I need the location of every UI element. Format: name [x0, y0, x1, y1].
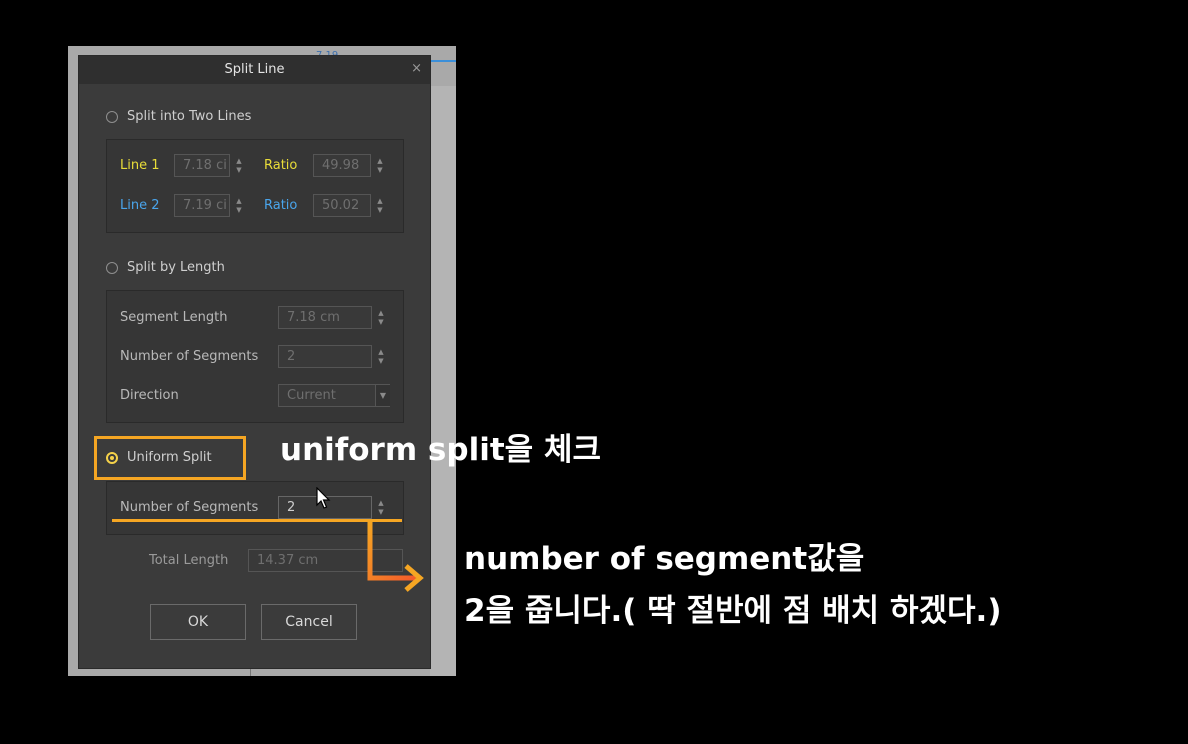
annotation-check-uniform: uniform split을 체크 [280, 432, 601, 468]
segment-length-field[interactable]: 7.18 cm [278, 306, 372, 329]
line1-length-field[interactable]: 7.18 ci [174, 154, 230, 177]
length-num-segments-spinner[interactable]: ▲ ▼ [373, 345, 389, 368]
spin-up-icon: ▲ [377, 156, 383, 165]
line1-length-spinner[interactable]: ▲ ▼ [231, 154, 247, 177]
annotation-segment-line1: number of segment값을 [464, 541, 865, 577]
background-selection-line [428, 60, 456, 62]
uniform-num-segments-spinner[interactable]: ▲ ▼ [373, 496, 389, 519]
line2-ratio-spinner[interactable]: ▲ ▼ [372, 194, 388, 217]
segments-highlight-underline [112, 519, 402, 522]
background-panel-strip [430, 86, 456, 676]
radio-off-icon [106, 261, 118, 274]
cancel-button[interactable]: Cancel [261, 604, 357, 640]
length-num-segments-field[interactable]: 2 [278, 345, 372, 368]
dialog-title: Split Line [224, 62, 285, 77]
line1-ratio-field[interactable]: 49.98 [313, 154, 371, 177]
close-icon[interactable]: × [411, 61, 422, 76]
radio-split-two-lines[interactable]: Split into Two Lines [106, 109, 251, 124]
total-length-label: Total Length [149, 553, 229, 568]
spin-down-icon: ▼ [378, 356, 384, 365]
segment-length-spinner[interactable]: ▲ ▼ [373, 306, 389, 329]
line2-length-field[interactable]: 7.19 ci [174, 194, 230, 217]
annotation-arrow-icon [367, 522, 424, 592]
split-two-lines-group: Line 1 7.18 ci ▲ ▼ Ratio 49.98 ▲ ▼ Line 2 … [106, 139, 404, 233]
split-by-length-group: Segment Length 7.18 cm ▲ ▼ Number of Segm… [106, 290, 404, 423]
spin-up-icon: ▲ [377, 196, 383, 205]
spin-up-icon: ▲ [236, 196, 242, 205]
spin-down-icon: ▼ [236, 205, 242, 214]
uniform-num-segments-label: Number of Segments [120, 500, 259, 515]
direction-label: Direction [120, 388, 179, 403]
mouse-cursor-icon [316, 487, 331, 509]
annotation-segment-line2: 2을 줍니다.( 딱 절반에 점 배치 하겠다.) [464, 593, 1002, 629]
radio-off-icon [106, 110, 118, 123]
dropdown-arrow-icon[interactable]: ▼ [375, 385, 390, 406]
spin-up-icon: ▲ [378, 308, 384, 317]
spin-down-icon: ▼ [377, 165, 383, 174]
ok-button[interactable]: OK [150, 604, 246, 640]
spin-down-icon: ▼ [378, 507, 384, 516]
line2-ratio-label: Ratio [264, 198, 298, 213]
radio-split-by-length-label: Split by Length [127, 260, 225, 275]
radio-split-two-lines-label: Split into Two Lines [127, 109, 252, 124]
line2-label: Line 2 [120, 198, 160, 213]
line1-label: Line 1 [120, 158, 160, 173]
uniform-split-highlight-box [94, 436, 246, 480]
direction-select[interactable]: Current [278, 384, 390, 407]
spin-up-icon: ▲ [378, 498, 384, 507]
direction-value: Current [287, 388, 336, 403]
radio-split-by-length[interactable]: Split by Length [106, 260, 225, 275]
segment-length-label: Segment Length [120, 310, 228, 325]
spin-down-icon: ▼ [378, 317, 384, 326]
length-num-segments-label: Number of Segments [120, 349, 259, 364]
dialog-titlebar[interactable]: Split Line × [79, 56, 430, 84]
line1-ratio-spinner[interactable]: ▲ ▼ [372, 154, 388, 177]
line2-length-spinner[interactable]: ▲ ▼ [231, 194, 247, 217]
spin-down-icon: ▼ [377, 205, 383, 214]
spin-up-icon: ▲ [378, 347, 384, 356]
line2-ratio-field[interactable]: 50.02 [313, 194, 371, 217]
spin-up-icon: ▲ [236, 156, 242, 165]
spin-down-icon: ▼ [236, 165, 242, 174]
line1-ratio-label: Ratio [264, 158, 298, 173]
